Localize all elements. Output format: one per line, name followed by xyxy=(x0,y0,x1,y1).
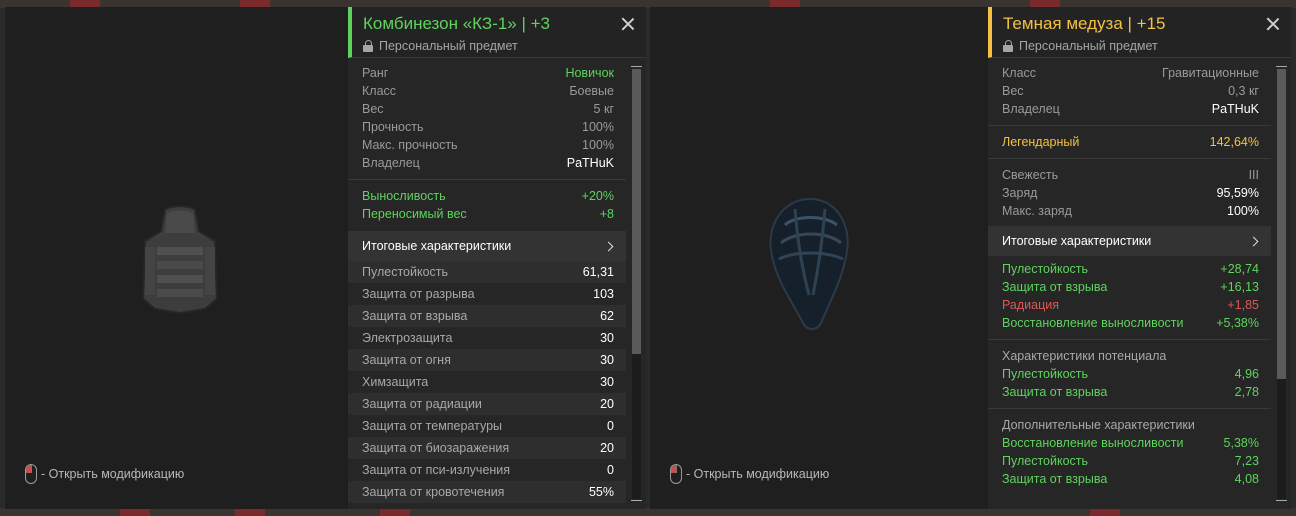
suit-image-icon xyxy=(141,205,219,315)
info-block-2: Свежесть III Заряд 95,59% Макс. заряд 100% xyxy=(988,166,1271,220)
extra-row: Защита от взрыва 4,08 xyxy=(1002,472,1259,486)
info-row: Заряд 95,59% xyxy=(1002,186,1259,200)
info-block: Класс Гравитационные Вес 0,3 кг Владелец Pa… xyxy=(988,64,1271,118)
section-label: Итоговые характеристики xyxy=(1002,234,1152,248)
open-modification-hint[interactable]: - Открыть модификацию xyxy=(25,464,184,484)
mouse-icon xyxy=(670,464,682,484)
stat-row: Защита от огня 30 xyxy=(348,349,626,371)
scrollbar[interactable] xyxy=(1276,66,1287,501)
divider xyxy=(348,179,626,180)
stat-row: Защита от пси-излучения 0 xyxy=(362,463,614,477)
divider xyxy=(988,408,1271,409)
item-header: Комбинезон «КЗ-1» | +3 Персональный пред… xyxy=(348,7,646,58)
info-row: Вес 5 кг xyxy=(362,102,614,116)
item-info-panel: Темная медуза | +15 Персональный предмет… xyxy=(988,7,1291,509)
info-row: Вес 0,3 кг xyxy=(1002,84,1259,98)
extra-title: Дополнительные характеристики xyxy=(1002,418,1195,432)
info-row: Свежесть III xyxy=(1002,168,1259,182)
total-characteristics-toggle[interactable]: Итоговые характеристики xyxy=(348,231,626,261)
item-info-panel: Комбинезон «КЗ-1» | +3 Персональный пред… xyxy=(348,7,646,509)
subtitle-text: Персональный предмет xyxy=(1019,39,1158,53)
personal-item-label: Персональный предмет xyxy=(1003,39,1291,53)
stat-row: Защита от биозаражения 20 xyxy=(348,437,626,459)
divider xyxy=(988,125,1271,126)
stat-row: Электрозащита 30 xyxy=(362,331,614,345)
bonus-block: Выносливость +20% Переносимый вес +8 xyxy=(348,187,626,223)
personal-item-label: Персональный предмет xyxy=(363,39,646,53)
info-row: Владелец PaTHuK xyxy=(1002,102,1259,116)
scrollbar-thumb[interactable] xyxy=(1277,69,1286,379)
info-row: Владелец PaTHuK xyxy=(362,156,614,170)
total-row: Защита от взрыва +16,13 xyxy=(1002,280,1259,294)
hint-label: - Открыть модификацию xyxy=(41,467,185,481)
item-details[interactable]: Класс Гравитационные Вес 0,3 кг Владелец Pa… xyxy=(988,64,1271,509)
scrollbar-thumb[interactable] xyxy=(632,69,641,354)
divider xyxy=(988,158,1271,159)
stat-row: Пулестойкость 61,31 xyxy=(348,261,626,283)
background-strip-bottom xyxy=(0,508,1296,516)
potential-row: Защита от взрыва 2,78 xyxy=(1002,385,1259,399)
chevron-right-icon xyxy=(1248,236,1259,247)
item-header: Темная медуза | +15 Персональный предмет xyxy=(988,7,1291,58)
potential-title: Характеристики потенциала xyxy=(1002,349,1167,363)
close-icon[interactable] xyxy=(621,17,635,31)
total-row: Радиация +1,85 xyxy=(1002,298,1259,312)
open-modification-hint[interactable]: - Открыть модификацию xyxy=(670,464,829,484)
extra-row: Восстановление выносливости 5,38% xyxy=(1002,436,1259,450)
info-row: Прочность 100% xyxy=(362,120,614,134)
hint-label: - Открыть модификацию xyxy=(686,467,830,481)
item-title: Комбинезон «КЗ-1» | +3 xyxy=(363,14,550,33)
total-characteristics-toggle[interactable]: Итоговые характеристики xyxy=(988,226,1271,256)
item-preview: - Открыть модификацию xyxy=(5,7,347,509)
bonus-row: Выносливость +20% xyxy=(362,189,614,203)
subtitle-text: Персональный предмет xyxy=(379,39,518,53)
legendary-row: Легендарный 142,64% xyxy=(1002,135,1259,149)
lock-icon xyxy=(1003,40,1013,52)
stat-row: Защита от радиации 20 xyxy=(348,393,626,415)
stat-row: Защита от взрыва 62 xyxy=(348,305,626,327)
extra-row: Пулестойкость 7,23 xyxy=(1002,454,1259,468)
item-card-suit: - Открыть модификацию Комбинезон «КЗ-1» … xyxy=(5,7,646,509)
item-preview: - Открыть модификацию xyxy=(650,7,987,509)
dark-jellyfish-icon xyxy=(769,197,849,330)
total-row: Пулестойкость +28,74 xyxy=(1002,262,1259,276)
stat-row: Защита от разрыва 103 xyxy=(362,287,614,301)
mouse-icon xyxy=(25,464,37,484)
stats-list: Пулестойкость 61,31 Защита от разрыва 103 … xyxy=(348,261,626,503)
item-card-artifact: - Открыть модификацию Темная медуза | +1… xyxy=(650,7,1291,509)
section-label: Итоговые характеристики xyxy=(362,239,512,253)
info-row: Ранг Новичок xyxy=(362,66,614,80)
info-row: Макс. заряд 100% xyxy=(1002,204,1259,218)
potential-row: Пулестойкость 4,96 xyxy=(1002,367,1259,381)
totals-list: Пулестойкость +28,74 Защита от взрыва +16,… xyxy=(988,260,1271,332)
info-row: Класс Гравитационные xyxy=(1002,66,1259,80)
stat-row: Химзащита 30 xyxy=(362,375,614,389)
item-details[interactable]: Ранг Новичок Класс Боевые Вес 5 кг Прочност… xyxy=(348,64,626,509)
lock-icon xyxy=(363,40,373,52)
bonus-row: Переносимый вес +8 xyxy=(362,207,614,221)
item-title: Темная медуза | +15 xyxy=(1003,14,1166,33)
info-row: Класс Боевые xyxy=(362,84,614,98)
stat-row: Защита от кровотечения 55% xyxy=(348,481,626,503)
close-icon[interactable] xyxy=(1266,17,1280,31)
divider xyxy=(988,339,1271,340)
info-row: Макс. прочность 100% xyxy=(362,138,614,152)
chevron-right-icon xyxy=(603,241,614,252)
scrollbar[interactable] xyxy=(631,66,642,501)
info-block: Ранг Новичок Класс Боевые Вес 5 кг Прочност… xyxy=(348,64,626,172)
total-row: Восстановление выносливости +5,38% xyxy=(1002,316,1259,330)
stat-row: Защита от температуры 0 xyxy=(362,419,614,433)
